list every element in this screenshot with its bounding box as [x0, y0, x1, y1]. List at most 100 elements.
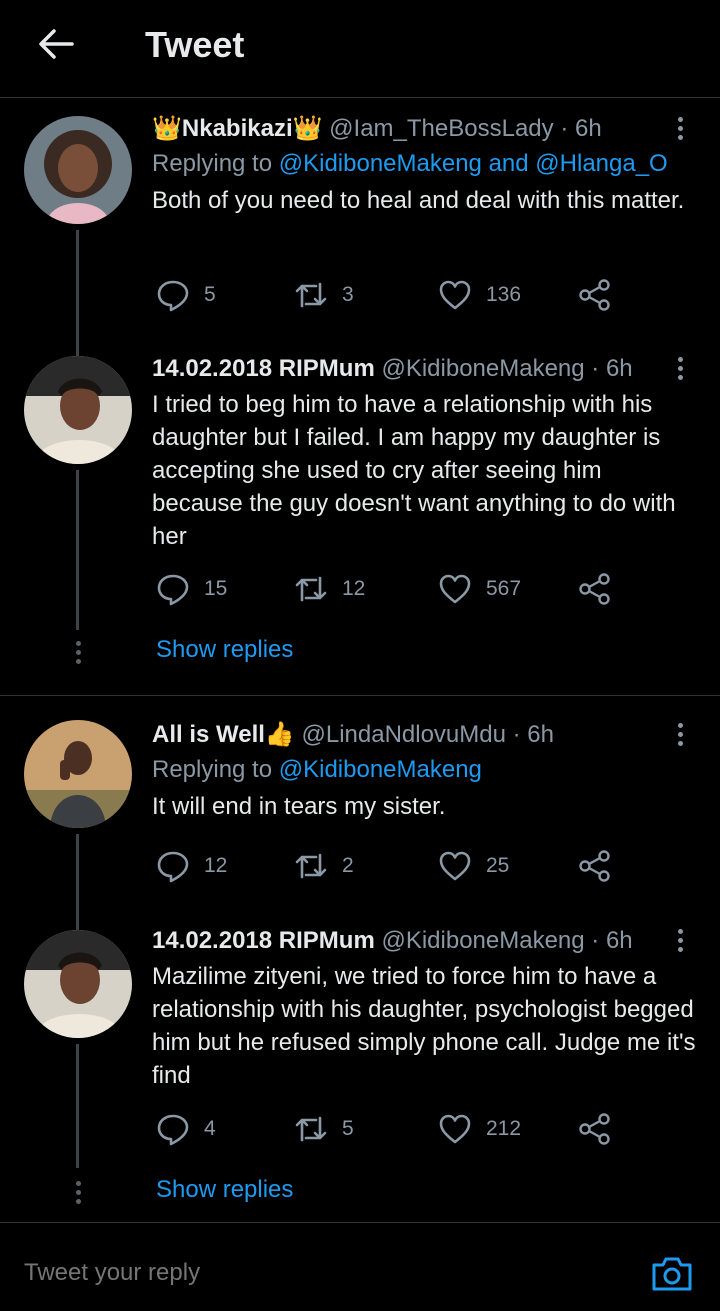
share-icon: [579, 573, 610, 605]
reply-icon: [157, 1114, 189, 1146]
retweet-button[interactable]: 12: [294, 569, 365, 609]
avatar[interactable]: [24, 930, 132, 1038]
avatar-image: [24, 930, 132, 1038]
author-handle: @Iam_TheBossLady · 6h: [329, 115, 602, 142]
retweet-icon: [295, 1116, 327, 1142]
back-button[interactable]: [36, 26, 76, 62]
tweet-text: Mazilime zityeni, we tried to force him …: [152, 963, 696, 1089]
tweet-text: It will end in tears my sister.: [152, 793, 446, 820]
like-button[interactable]: 136: [438, 275, 521, 315]
retweet-button[interactable]: 5: [294, 1109, 354, 1149]
thread-line: [76, 230, 79, 358]
tweet-text: I tried to beg him to have a relationshi…: [152, 391, 676, 550]
reply-input[interactable]: [24, 1259, 524, 1287]
like-button[interactable]: 212: [438, 1109, 521, 1149]
thread-continuation-dots: [74, 1181, 82, 1208]
tweet-actions: 15 12 567: [152, 569, 632, 609]
thumbs-up-emoji: 👍: [264, 721, 295, 748]
arrow-left-icon: [39, 29, 74, 59]
top-bar: Tweet: [0, 0, 720, 98]
replying-to: Replying to @KidiboneMakeng: [152, 756, 482, 783]
tweet-actions: 5 3 136: [152, 275, 632, 315]
reply-count: 4: [204, 1117, 216, 1140]
more-options-button[interactable]: [670, 926, 690, 956]
tweet-actions: 4 5 212: [152, 1109, 632, 1149]
reply-button[interactable]: 5: [156, 275, 216, 315]
share-button[interactable]: [578, 275, 612, 315]
share-icon: [579, 1113, 610, 1145]
reply-button[interactable]: 12: [156, 846, 227, 886]
page-title: Tweet: [145, 24, 245, 65]
tweet-meta: 👑Nkabikazi👑 @Iam_TheBossLady · 6h: [152, 114, 696, 144]
more-options-button[interactable]: [670, 720, 690, 750]
tweet-meta: 14.02.2018 RIPMum @KidiboneMakeng · 6h: [152, 354, 696, 384]
retweet-count: 5: [342, 1117, 354, 1140]
reply-count: 5: [204, 283, 216, 306]
author-name[interactable]: All is Well: [152, 721, 265, 748]
tweet-actions: 12 2 25: [152, 846, 632, 886]
thread-line: [76, 470, 79, 630]
author-handle: @KidiboneMakeng · 6h: [381, 355, 633, 382]
author-name[interactable]: 14.02.2018 RIPMum: [152, 355, 375, 382]
retweet-button[interactable]: 3: [294, 275, 354, 315]
camera-button[interactable]: [650, 1253, 694, 1293]
retweet-count: 12: [342, 577, 366, 600]
share-icon: [579, 850, 610, 882]
tweet[interactable]: 14.02.2018 RIPMum @KidiboneMakeng · 6h M…: [0, 926, 720, 1216]
share-button[interactable]: [578, 569, 612, 609]
more-options-button[interactable]: [670, 114, 690, 144]
retweet-button[interactable]: 2: [294, 846, 354, 886]
share-button[interactable]: [578, 846, 612, 886]
reply-icon: [157, 280, 189, 312]
reply-count: 12: [204, 854, 228, 877]
like-button[interactable]: 25: [438, 846, 509, 886]
like-count: 136: [486, 283, 522, 306]
avatar[interactable]: [24, 356, 132, 464]
like-count: 212: [486, 1117, 522, 1140]
retweet-count: 2: [342, 854, 354, 877]
tweet[interactable]: 14.02.2018 RIPMum @KidiboneMakeng · 6h I…: [0, 354, 720, 684]
tweet[interactable]: 👑Nkabikazi👑 @Iam_TheBossLady · 6h Replyi…: [0, 112, 720, 358]
avatar[interactable]: [24, 720, 132, 828]
heart-icon: [439, 280, 471, 310]
tweet-meta: All is Well👍 @LindaNdlovuMdu · 6h: [152, 720, 696, 750]
reply-count: 15: [204, 577, 228, 600]
reply-button[interactable]: 15: [156, 569, 227, 609]
author-handle: @LindaNdlovuMdu · 6h: [301, 721, 554, 748]
retweet-icon: [295, 576, 327, 602]
thread-continuation-dots: [74, 641, 82, 668]
reply-composer: [0, 1222, 720, 1311]
heart-icon: [439, 574, 471, 604]
like-button[interactable]: 567: [438, 569, 521, 609]
heart-icon: [439, 851, 471, 881]
tweet-text: Both of you need to heal and deal with t…: [152, 187, 685, 214]
replying-to: Replying to @KidiboneMakeng and @Hlanga_…: [152, 150, 668, 177]
divider: [0, 695, 720, 696]
author-name[interactable]: Nkabikazi: [182, 115, 293, 142]
avatar[interactable]: [24, 116, 132, 224]
heart-icon: [439, 1114, 471, 1144]
like-count: 25: [486, 854, 510, 877]
camera-icon: [652, 1257, 692, 1291]
crown-emoji: 👑: [152, 115, 182, 142]
thread-line: [76, 1044, 79, 1168]
avatar-image: [24, 720, 132, 828]
more-options-button[interactable]: [670, 354, 690, 384]
mention-link[interactable]: @KidiboneMakeng: [279, 756, 482, 783]
author-handle: @KidiboneMakeng · 6h: [381, 927, 633, 954]
author-name[interactable]: 14.02.2018 RIPMum: [152, 927, 375, 954]
crown-emoji: 👑: [292, 115, 323, 142]
share-button[interactable]: [578, 1109, 612, 1149]
retweet-icon: [295, 282, 327, 308]
share-icon: [579, 279, 610, 311]
thread-line: [76, 834, 79, 934]
mention-link[interactable]: @KidiboneMakeng and @Hlanga_O: [279, 150, 668, 177]
reply-button[interactable]: 4: [156, 1109, 216, 1149]
tweet[interactable]: All is Well👍 @LindaNdlovuMdu · 6h Replyi…: [0, 718, 720, 934]
show-replies-link[interactable]: Show replies: [156, 636, 293, 664]
retweet-icon: [295, 853, 327, 879]
show-replies-link[interactable]: Show replies: [156, 1176, 293, 1204]
avatar-image: [24, 116, 132, 224]
retweet-count: 3: [342, 283, 354, 306]
reply-icon: [157, 851, 189, 883]
